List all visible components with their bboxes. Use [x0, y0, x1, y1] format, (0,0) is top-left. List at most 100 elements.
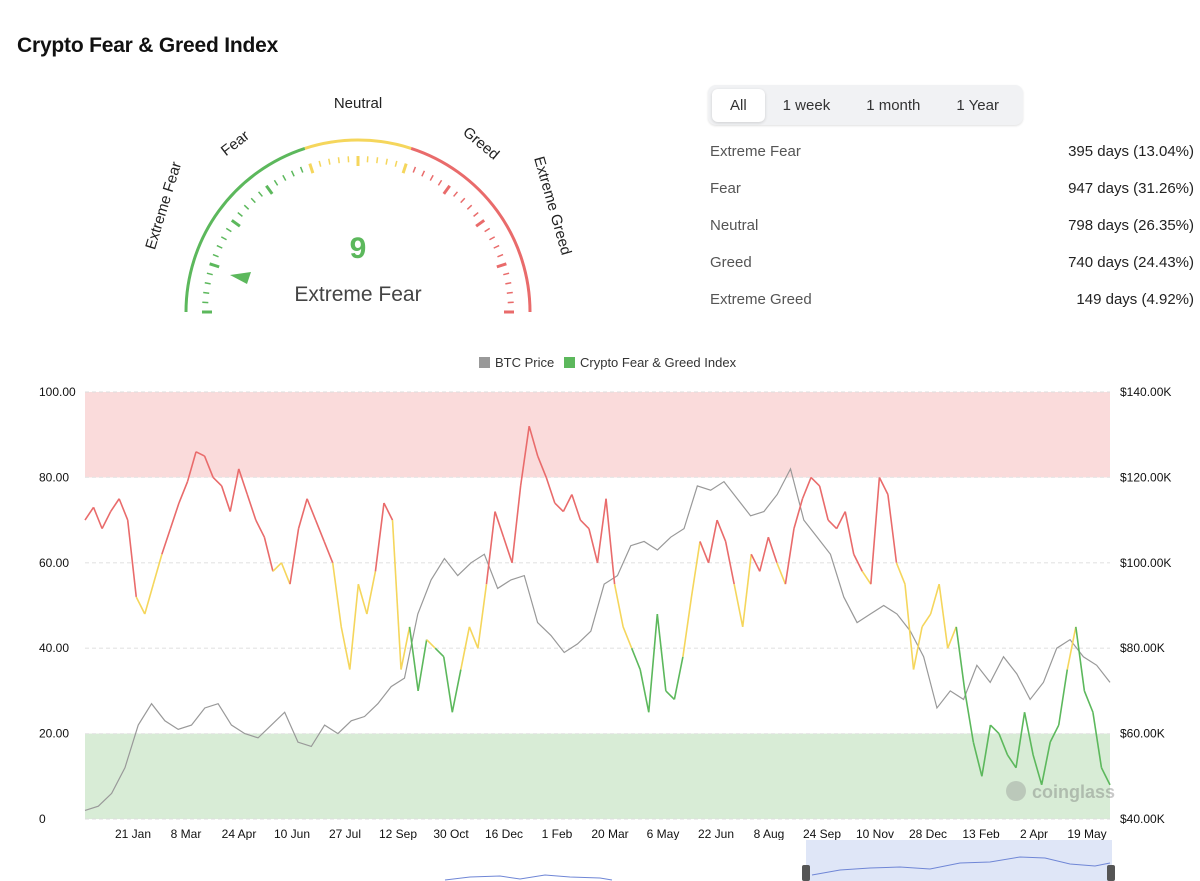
page-title: Crypto Fear & Greed Index: [17, 34, 279, 57]
gauge-tick: [299, 166, 304, 173]
stat-label: Extreme Greed: [710, 291, 812, 308]
navigator-selection[interactable]: [806, 840, 1112, 881]
y-left-tick-label: 40.00: [39, 641, 69, 655]
navigator-right-handle[interactable]: [1107, 865, 1115, 881]
index-line-segment: [135, 596, 146, 615]
index-line-segment: [169, 502, 180, 529]
index-line-segment: [118, 498, 129, 521]
y-left-tick-label: 20.00: [39, 727, 69, 741]
index-line-segment: [707, 519, 718, 563]
legend-btc-label[interactable]: BTC Price: [495, 355, 554, 370]
tab-all[interactable]: All: [712, 88, 765, 122]
y-left-tick-label: 0: [39, 812, 46, 826]
index-line-segment: [272, 562, 283, 572]
legend-index-label[interactable]: Crypto Fear & Greed Index: [580, 355, 737, 370]
fear-greed-gauge: Extreme Fear Fear Neutral Greed Extreme …: [142, 95, 575, 314]
legend-btc-swatch[interactable]: [479, 357, 490, 368]
tab-1-month[interactable]: 1 month: [848, 89, 938, 122]
gauge-tick: [203, 291, 210, 294]
index-line-segment: [861, 570, 872, 585]
y-right-tick-label: $140.00K: [1120, 385, 1171, 399]
y-right-tick-label: $60.00K: [1120, 727, 1165, 741]
gauge-tick: [437, 179, 443, 186]
gauge-tick: [473, 211, 479, 217]
gauge-tick: [230, 219, 241, 228]
tab-1-year[interactable]: 1 Year: [938, 89, 1017, 122]
tab-1-week[interactable]: 1 week: [765, 89, 849, 122]
index-line-segment: [938, 584, 949, 649]
index-line-segment: [630, 647, 641, 670]
stat-row-fear: Fear 947 days (31.26%): [710, 180, 1194, 197]
chart-legend: BTC Price Crypto Fear & Greed Index: [479, 355, 737, 370]
gauge-tick: [385, 158, 388, 165]
index-line-segment: [929, 583, 940, 615]
index-line-segment: [366, 571, 377, 615]
index-line-segment: [144, 583, 155, 615]
gauge-label-greed: Greed: [459, 124, 502, 164]
navigator-left-handle[interactable]: [802, 865, 810, 881]
y-right-tick-label: $100.00K: [1120, 556, 1171, 570]
index-line-segment: [306, 498, 317, 521]
x-tick-label: 13 Feb: [962, 827, 1000, 841]
index-line-segment: [511, 485, 522, 563]
index-line-segment: [989, 724, 1000, 735]
gauge-tick: [206, 272, 213, 276]
index-line-segment: [887, 494, 898, 563]
index-line-segment: [460, 626, 471, 670]
index-line-segment: [895, 562, 906, 585]
index-line-segment: [255, 519, 266, 538]
index-line-segment: [314, 519, 325, 542]
stat-value: 395 days (13.04%): [1068, 143, 1194, 160]
gauge-arc-neutral: [304, 138, 412, 150]
gauge-tick: [484, 227, 491, 233]
gauge-tick: [489, 236, 496, 241]
gauge-tick: [243, 204, 250, 210]
gauge-tick: [212, 253, 219, 258]
extreme-fear-band: [85, 733, 1110, 819]
index-line-segment: [502, 536, 513, 564]
stat-row-greed: Greed 740 days (24.43%): [710, 254, 1194, 271]
x-tick-label: 2 Apr: [1020, 827, 1048, 841]
gauge-tick: [290, 170, 295, 177]
index-line-segment: [152, 554, 163, 585]
gauge-tick: [237, 211, 243, 217]
index-line-segment: [1057, 669, 1069, 726]
gauge-label-extreme-greed: Extreme Greed: [530, 155, 574, 257]
index-line-segment: [101, 511, 112, 529]
gauge-tick: [318, 160, 322, 167]
legend-index-swatch[interactable]: [564, 357, 575, 368]
y-left-tick-label: 60.00: [39, 556, 69, 570]
index-line-segment: [323, 541, 334, 564]
gauge-tick: [273, 179, 279, 186]
gauge-tick: [209, 262, 220, 269]
gauge-arc-greed: [410, 146, 532, 313]
gauge-tick: [475, 219, 486, 228]
index-line-segment: [784, 528, 795, 585]
gauge-arc-fear: [184, 146, 306, 313]
x-tick-label: 28 Dec: [909, 827, 947, 841]
gauge-tick: [453, 191, 459, 197]
index-line-segment: [673, 656, 684, 700]
gauge-tick: [282, 174, 287, 181]
gauge-tick: [216, 244, 223, 249]
index-line-segment: [810, 476, 821, 487]
range-navigator[interactable]: [85, 840, 1115, 881]
index-line-segment: [801, 477, 812, 500]
gauge-label-neutral: Neutral: [334, 95, 382, 112]
index-line-segment: [391, 520, 402, 670]
index-line-segment: [280, 562, 291, 585]
index-line-segment: [767, 536, 778, 564]
index-line-segment: [545, 477, 556, 504]
gauge-tick: [429, 174, 434, 181]
x-tick-label: 30 Oct: [433, 827, 469, 841]
gauge-tick: [225, 227, 232, 233]
time-range-tabs: All 1 week 1 month 1 Year: [708, 85, 1023, 125]
index-line-segment: [554, 502, 564, 513]
index-line-segment: [417, 639, 428, 692]
index-line-segment: [263, 536, 274, 572]
stat-label: Fear: [710, 180, 741, 197]
index-line-segment: [844, 511, 855, 555]
index-line-segment: [340, 626, 351, 670]
gauge-tick: [421, 170, 426, 177]
gauge-tick: [257, 191, 263, 197]
